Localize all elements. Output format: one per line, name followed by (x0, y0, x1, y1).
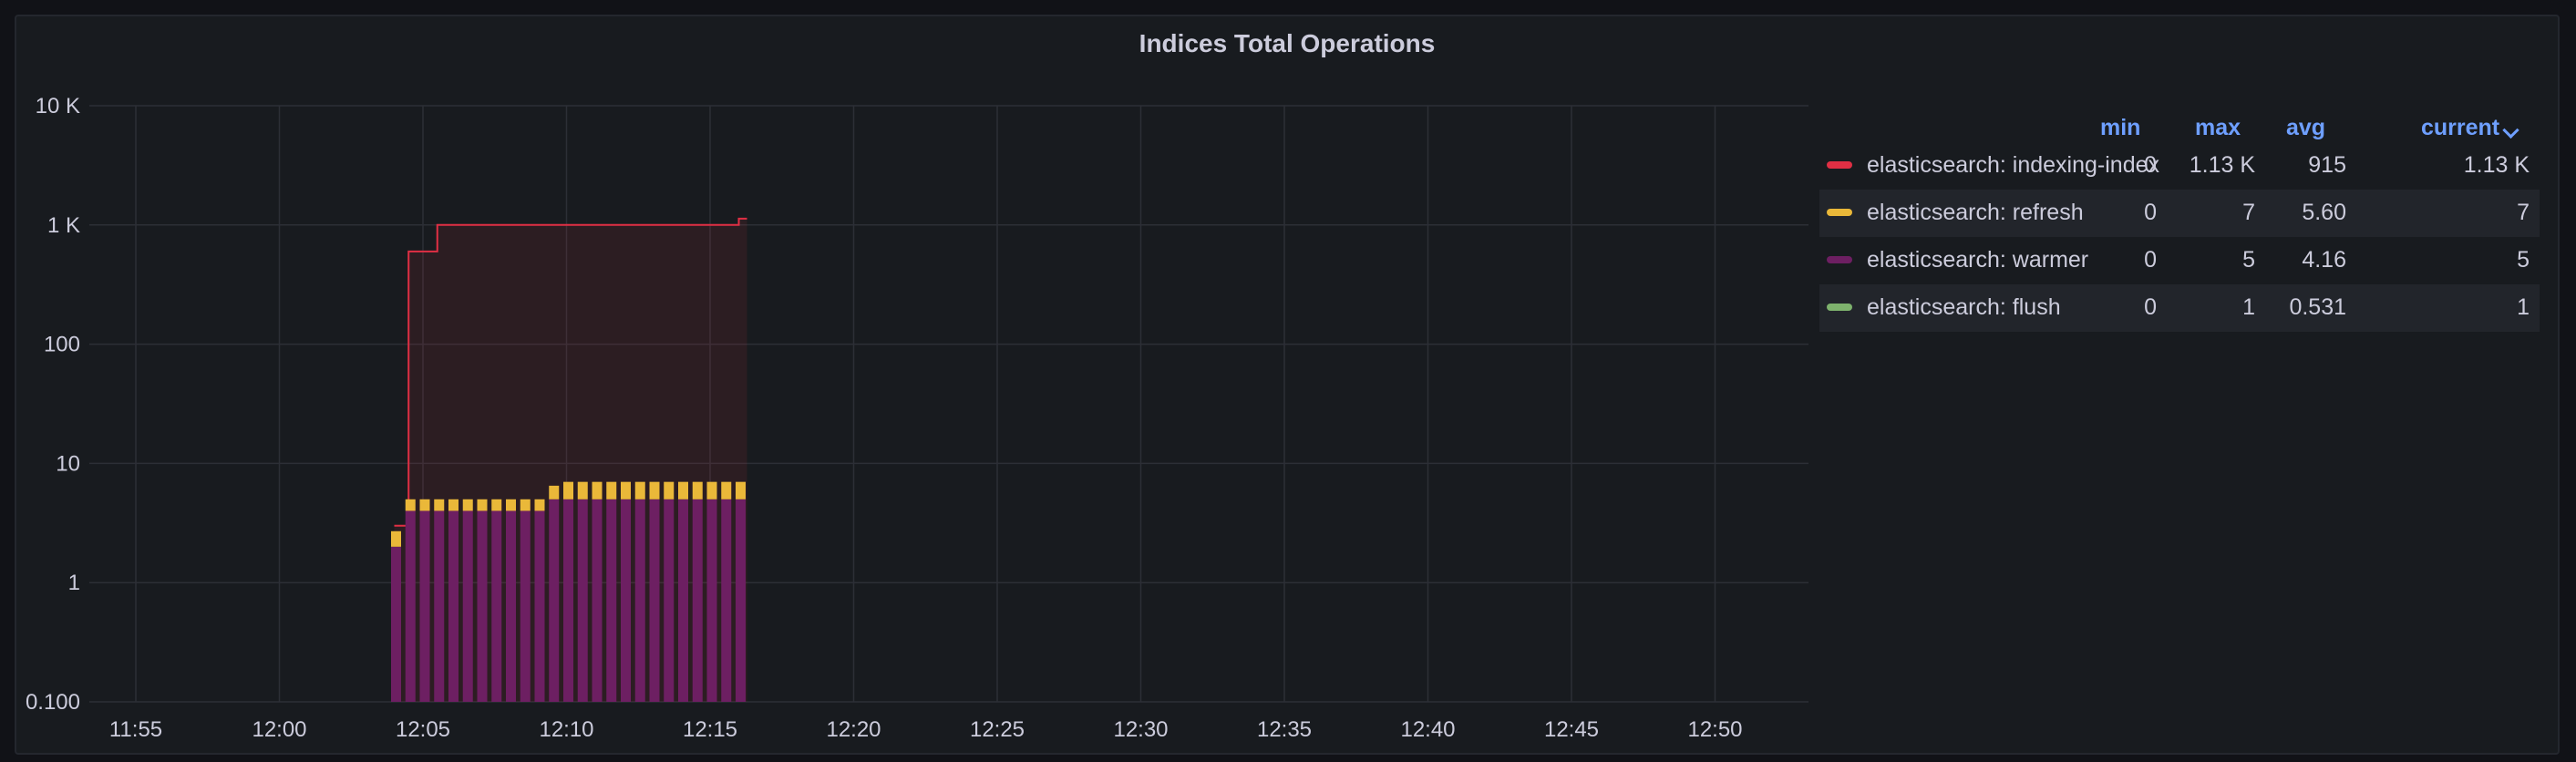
warmer-bar (391, 546, 401, 702)
warmer-bar (606, 499, 617, 702)
legend-header-max[interactable]: max (2195, 115, 2241, 141)
legend-min-value: 0 (2144, 247, 2157, 273)
legend-current-value: 7 (2517, 200, 2530, 225)
warmer-bar (592, 499, 603, 702)
chevron-down-icon (2502, 121, 2519, 139)
x-tick-label: 12:15 (683, 717, 737, 742)
refresh-bar (592, 481, 603, 499)
refresh-bar (664, 481, 675, 499)
legend-row[interactable]: elasticsearch: warmer 0 5 4.16 5 (1819, 237, 2540, 284)
warmer-bar (649, 499, 660, 702)
legend-row[interactable]: elasticsearch: refresh 0 7 5.60 7 (1819, 190, 2540, 237)
refresh-bar (520, 499, 531, 511)
refresh-bar (706, 481, 717, 499)
x-tick-label: 12:10 (539, 717, 593, 742)
warmer-bar (621, 499, 631, 702)
warmer-bar (520, 510, 531, 702)
refresh-bar (462, 499, 473, 511)
refresh-bar (448, 499, 459, 511)
legend-header: min max avg current (1819, 100, 2540, 142)
series-color-swatch[interactable] (1827, 304, 1852, 311)
x-tick-label: 12:00 (252, 717, 306, 742)
legend-header-min[interactable]: min (2100, 115, 2140, 141)
x-tick-label: 12:35 (1257, 717, 1312, 742)
refresh-bar (736, 481, 746, 499)
warmer-bar (491, 510, 502, 702)
warmer-bar (534, 510, 545, 702)
y-tick-label: 1 (68, 571, 80, 595)
y-tick-label: 0.100 (26, 690, 80, 715)
warmer-bar (549, 499, 560, 702)
warmer-bar (405, 510, 416, 702)
legend-header-current[interactable]: current (2421, 115, 2519, 141)
x-tick-label: 12:25 (970, 717, 1025, 742)
warmer-bar (736, 499, 746, 702)
refresh-bar (477, 499, 488, 511)
refresh-bar (506, 499, 516, 511)
refresh-bar (563, 481, 573, 499)
legend-current-value: 1.13 K (2463, 152, 2530, 178)
warmer-bar (462, 510, 473, 702)
legend-row[interactable]: elasticsearch: flush 0 1 0.531 1 (1819, 284, 2540, 332)
warmer-bar (577, 499, 588, 702)
legend-min-value: 0 (2144, 200, 2157, 225)
warmer-bar (506, 510, 516, 702)
refresh-bar (549, 485, 560, 499)
refresh-bar (419, 499, 430, 511)
legend-avg-value: 0.531 (2289, 294, 2346, 320)
legend-row[interactable]: elasticsearch: indexing-index 0 1.13 K 9… (1819, 142, 2540, 190)
warmer-bar (448, 510, 459, 702)
y-tick-label: 10 (56, 451, 80, 476)
warmer-bar (706, 499, 717, 702)
refresh-bar (606, 481, 617, 499)
legend-avg-value: 5.60 (2302, 200, 2346, 225)
refresh-bar (621, 481, 631, 499)
refresh-bar (649, 481, 660, 499)
x-tick-label: 12:05 (396, 717, 450, 742)
legend-header-current-label[interactable]: current (2421, 115, 2499, 140)
x-tick-label: 12:30 (1113, 717, 1168, 742)
x-tick-label: 11:55 (109, 717, 162, 742)
legend-series-name[interactable]: elasticsearch: flush (1867, 294, 2061, 321)
warmer-bar (563, 499, 573, 702)
refresh-bar (721, 481, 732, 499)
series-color-swatch[interactable] (1827, 161, 1852, 169)
legend-min-value: 0 (2144, 152, 2157, 178)
refresh-bar (405, 499, 416, 511)
warmer-bar (434, 510, 445, 702)
x-tick-label: 12:20 (826, 717, 881, 742)
legend-avg-value: 4.16 (2302, 247, 2346, 273)
warmer-bar (634, 499, 645, 702)
x-tick-label: 12:45 (1544, 717, 1599, 742)
series-color-swatch[interactable] (1827, 256, 1852, 263)
legend-min-value: 0 (2144, 294, 2157, 320)
refresh-bar (634, 481, 645, 499)
legend-avg-value: 915 (2308, 152, 2346, 178)
legend-current-value: 5 (2517, 247, 2530, 273)
time-series-chart[interactable]: 0.100 1 10 100 1 K 10 K 11:55 12:00 12:05 12:10 12… (16, 16, 1821, 753)
refresh-bar (678, 481, 688, 499)
warmer-bar (678, 499, 688, 702)
refresh-bar (577, 481, 588, 499)
warmer-bar (419, 510, 430, 702)
x-tick-label: 12:40 (1400, 717, 1455, 742)
refresh-bar (491, 499, 502, 511)
warmer-bar (692, 499, 703, 702)
graph-panel: Indices Total Operations 0.100 1 10 100 1 K1… (15, 15, 2560, 755)
legend-header-avg[interactable]: avg (2286, 115, 2325, 141)
warmer-bar (477, 510, 488, 702)
y-tick-label: 1 K (47, 213, 80, 238)
warmer-bar (721, 499, 732, 702)
legend-table: min max avg current elasticsearch: index… (1819, 100, 2540, 332)
x-tick-label: 12:50 (1687, 717, 1742, 742)
refresh-bar (391, 530, 401, 547)
refresh-bar (692, 481, 703, 499)
legend-current-value: 1 (2517, 294, 2530, 320)
y-tick-label: 10 K (36, 94, 80, 118)
refresh-bar (534, 499, 545, 511)
y-tick-label: 100 (44, 333, 80, 357)
refresh-bar (434, 499, 445, 511)
warmer-bar (664, 499, 675, 702)
series-color-swatch[interactable] (1827, 209, 1852, 216)
